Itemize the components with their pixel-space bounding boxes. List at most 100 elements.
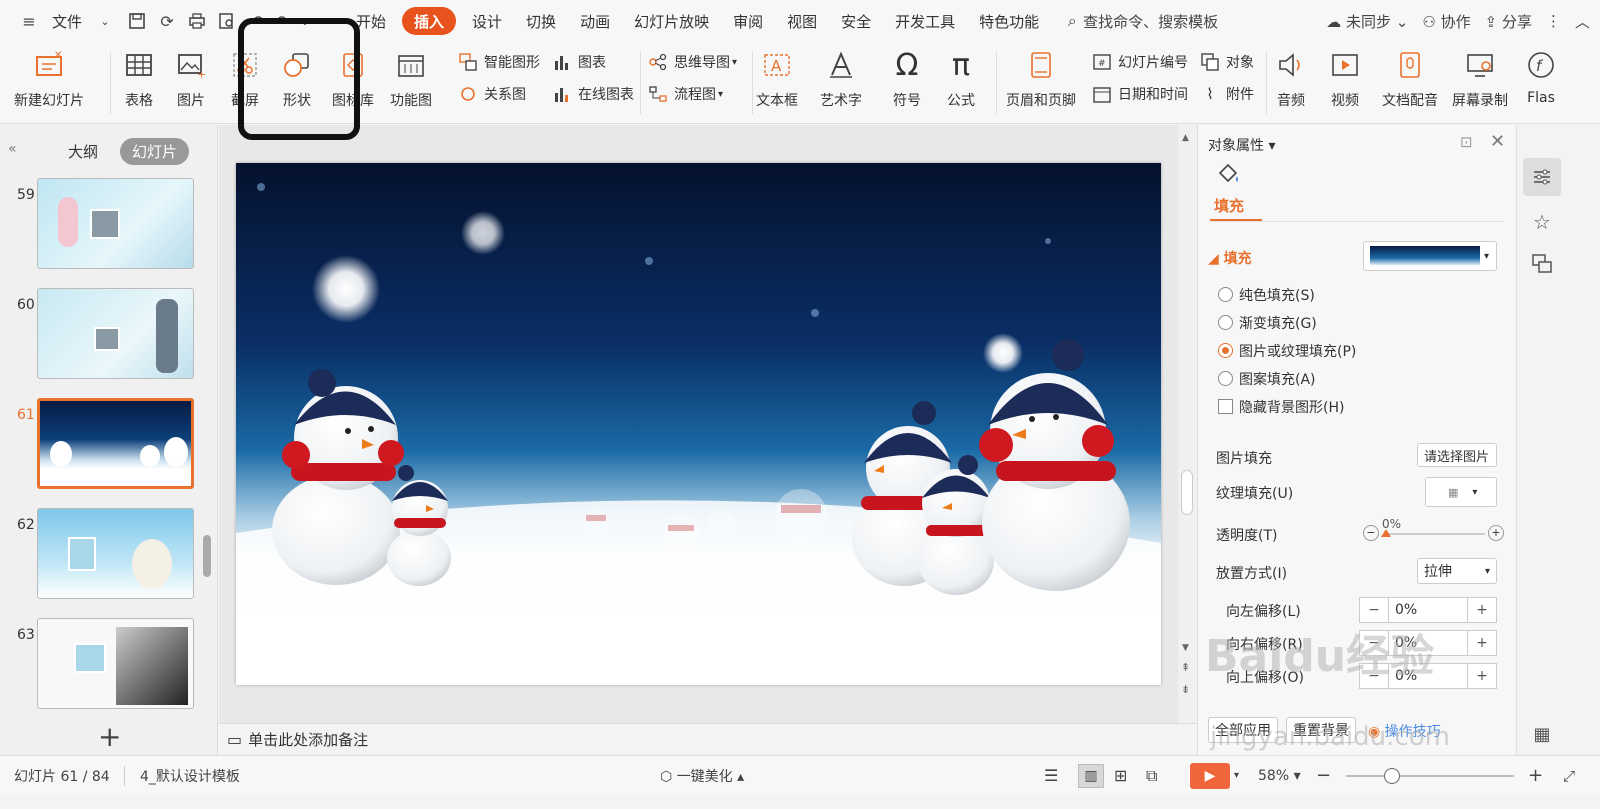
properties-icon[interactable]: [1523, 158, 1561, 196]
tab-fill[interactable]: 填充: [1214, 195, 1244, 216]
flowchart-button[interactable]: 流程图 ▾: [648, 84, 723, 104]
radio-pattern-fill[interactable]: 图案填充(A): [1218, 369, 1316, 389]
slide-thumbnail-60[interactable]: [37, 288, 194, 379]
chevron-down-icon[interactable]: ▾: [1234, 770, 1239, 781]
placement-dropdown[interactable]: 拉伸 ▾: [1417, 558, 1497, 584]
stepper-minus[interactable]: −: [1360, 602, 1388, 618]
new-slide-button[interactable]: ✕ 新建幻灯片: [14, 48, 84, 110]
add-slide-icon[interactable]: +: [98, 720, 121, 753]
offset-left-stepper[interactable]: −0% +: [1359, 597, 1497, 623]
fill-bucket-icon[interactable]: [1216, 161, 1242, 191]
transparency-slider-track[interactable]: [1385, 533, 1485, 535]
transparency-slider-thumb[interactable]: [1381, 529, 1391, 537]
command-search[interactable]: ⌕ 查找命令、搜索模板: [1061, 10, 1219, 32]
animation-star-icon[interactable]: ☆: [1523, 203, 1561, 241]
stepper-minus[interactable]: −: [1360, 635, 1388, 651]
slide-thumbnail-61[interactable]: [37, 398, 194, 489]
sync-status[interactable]: ☁ 未同步 ⌄: [1326, 11, 1408, 32]
tab-outline[interactable]: 大纲: [56, 138, 110, 165]
tips-link[interactable]: ◉ 操作技巧: [1368, 721, 1441, 741]
menu-item-start[interactable]: 开始: [344, 0, 398, 42]
template-name[interactable]: 4_默认设计模板: [140, 766, 240, 786]
reset-bg-button[interactable]: 重置背景: [1286, 717, 1356, 743]
transparency-increase[interactable]: +: [1488, 525, 1504, 541]
flash-button[interactable]: f Flas: [1524, 48, 1558, 106]
shape-button[interactable]: 形状: [280, 48, 314, 110]
smartart-button[interactable]: 智能图形: [458, 52, 540, 72]
zoom-in-icon[interactable]: +: [1528, 765, 1543, 786]
save-icon[interactable]: [126, 10, 148, 32]
hamburger-icon[interactable]: ≡: [18, 10, 40, 32]
stepper-plus[interactable]: +: [1468, 668, 1496, 684]
panel-scrollbar[interactable]: [203, 535, 211, 577]
stepper-value[interactable]: 0%: [1388, 664, 1468, 688]
fill-preview-dropdown[interactable]: ▾: [1363, 241, 1497, 271]
slide-thumbnail-63[interactable]: [37, 618, 194, 709]
tab-slides[interactable]: 幻灯片: [120, 138, 190, 165]
zoom-out-icon[interactable]: −: [1316, 765, 1331, 786]
chart-button[interactable]: 图表: [552, 52, 606, 72]
screenshot-button[interactable]: 截屏: [228, 48, 262, 110]
scroll-up-icon[interactable]: ▲: [1182, 133, 1189, 143]
normal-view-icon[interactable]: ▥: [1078, 764, 1104, 788]
menu-item-transition[interactable]: 切换: [514, 0, 568, 42]
header-footer-button[interactable]: 页眉和页脚: [1006, 48, 1076, 110]
offset-up-stepper[interactable]: −0% +: [1359, 663, 1497, 689]
menu-item-animation[interactable]: 动画: [568, 0, 622, 42]
slide-thumbnail-62[interactable]: [37, 508, 194, 599]
menu-item-security[interactable]: 安全: [829, 0, 883, 42]
stepper-value[interactable]: 0%: [1388, 631, 1468, 655]
menu-item-review[interactable]: 审阅: [721, 0, 775, 42]
prev-slide-icon[interactable]: ⇞: [1181, 661, 1190, 674]
radio-gradient-fill[interactable]: 渐变填充(G): [1218, 313, 1317, 333]
undo-redo-icon[interactable]: ⟳: [156, 10, 178, 32]
apply-all-button[interactable]: 全部应用: [1208, 717, 1278, 743]
menu-item-view[interactable]: 视图: [775, 0, 829, 42]
picture-button[interactable]: + 图片: [174, 48, 208, 110]
icon-gallery-button[interactable]: 图标库: [332, 48, 374, 110]
next-slide-icon[interactable]: ⇟: [1181, 683, 1190, 696]
more-icon[interactable]: ⋮: [1546, 12, 1561, 30]
slide-number-button[interactable]: # 幻灯片编号: [1092, 52, 1188, 72]
radio-picture-fill[interactable]: 图片或纹理填充(P): [1218, 341, 1356, 361]
scroll-down-icon[interactable]: ▼: [1182, 643, 1189, 653]
sorter-view-icon[interactable]: ⊞: [1114, 766, 1127, 785]
textbox-button[interactable]: A 文本框: [756, 48, 798, 110]
wordart-button[interactable]: 艺术字: [820, 48, 862, 110]
formula-button[interactable]: π 公式: [944, 48, 978, 110]
notes-bar[interactable]: ▭ 单击此处添加备注: [219, 723, 1196, 755]
collab-button[interactable]: ⚇ 协作: [1422, 11, 1470, 32]
fill-section-header[interactable]: ◢ 填充: [1208, 248, 1252, 268]
print-preview-icon[interactable]: [216, 10, 238, 32]
redo-icon[interactable]: ↷: [272, 10, 294, 32]
menu-item-insert[interactable]: 插入: [402, 7, 457, 35]
menu-item-slideshow[interactable]: 幻灯片放映: [622, 0, 721, 42]
collapse-ribbon-icon[interactable]: ︿: [1575, 11, 1590, 32]
panel-title[interactable]: 对象属性 ▾: [1208, 135, 1275, 155]
texture-dropdown[interactable]: ▦ ▾: [1425, 477, 1497, 507]
grid-apps-icon[interactable]: ▦: [1523, 715, 1561, 753]
notes-toggle-icon[interactable]: ☰: [1044, 766, 1058, 785]
radio-solid-fill[interactable]: 纯色填充(S): [1218, 285, 1315, 305]
select-picture-button[interactable]: 请选择图片: [1417, 443, 1497, 467]
close-icon[interactable]: ✕: [1490, 131, 1505, 152]
relation-button[interactable]: 关系图: [458, 84, 526, 104]
slide-transition-icon[interactable]: [1523, 245, 1561, 283]
zoom-slider-thumb[interactable]: [1384, 768, 1400, 784]
menu-item-developer[interactable]: 开发工具: [883, 0, 967, 42]
audio-button[interactable]: 音频: [1274, 48, 1308, 110]
lock-icon[interactable]: ⊡: [1460, 133, 1473, 151]
print-icon[interactable]: [186, 10, 208, 32]
share-button[interactable]: ⇪ 分享: [1485, 11, 1532, 32]
slide-thumbnail-59[interactable]: [37, 178, 194, 269]
function-chart-button[interactable]: 功能图: [390, 48, 432, 110]
play-slideshow-button[interactable]: ▶: [1190, 763, 1230, 789]
file-menu[interactable]: 文件: [40, 0, 94, 42]
offset-right-stepper[interactable]: −0% +: [1359, 630, 1497, 656]
stepper-plus[interactable]: +: [1468, 635, 1496, 651]
hide-bg-checkbox[interactable]: 隐藏背景图形(H): [1218, 397, 1344, 417]
scroll-thumb[interactable]: [1181, 470, 1193, 515]
zoom-dropdown[interactable]: 58% ▾: [1258, 768, 1301, 784]
slide-canvas[interactable]: [236, 163, 1161, 685]
chevron-down-icon[interactable]: ⌄: [294, 10, 316, 32]
